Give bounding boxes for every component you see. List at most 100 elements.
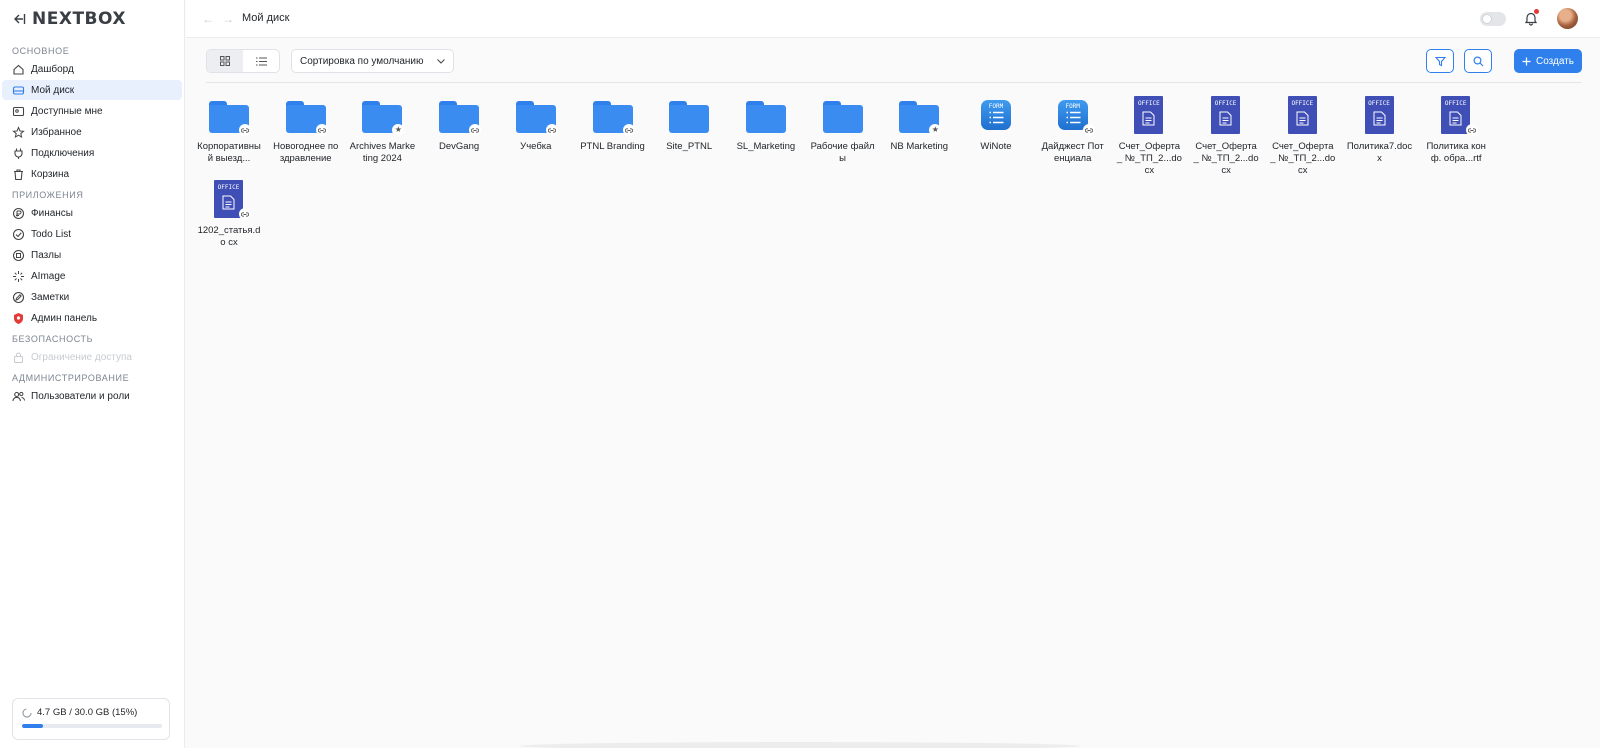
item-name: Счет_Оферта_ №_ТП_2...docx	[1270, 141, 1336, 176]
office-icon-label: OFFICE	[1138, 100, 1160, 107]
item-name: Учебка	[520, 141, 552, 152]
file-item[interactable]: OFFICE 1202_статья.do cx	[196, 180, 262, 249]
sidebar-item[interactable]: Избранное	[2, 122, 182, 142]
sidebar-item-label: Мой диск	[31, 84, 75, 96]
sidebar-section-title: АДМИНИСТРИРОВАНИЕ	[12, 373, 130, 383]
file-item[interactable]: FORM Дайджест Потенциала	[1040, 96, 1106, 165]
shared-icon	[12, 106, 25, 116]
star-icon: ★	[929, 124, 942, 136]
file-item[interactable]: OFFICE Счет_Оферта_ №_ТП_2...docx	[1270, 96, 1336, 177]
bottom-shadow	[520, 742, 1080, 748]
sidebar-item: Ограничение доступа	[2, 347, 182, 367]
folder-item[interactable]: DevGang	[426, 96, 492, 153]
file-item[interactable]: OFFICE Счет_Оферта_ №_ТП_2...docx	[1116, 96, 1182, 177]
sidebar-item-label: AImage	[31, 270, 66, 282]
item-name: Новогоднее поздравление	[273, 141, 339, 164]
folder-item[interactable]: ★ Archives Marketing 2024	[349, 96, 415, 165]
trash-icon	[14, 168, 23, 180]
plus-icon	[1522, 57, 1531, 65]
sidebar-item-label: Избранное	[31, 126, 82, 138]
grid-icon	[220, 56, 230, 66]
search-icon	[1472, 55, 1483, 66]
folder-item[interactable]: Site_PTNL	[656, 96, 722, 153]
link-icon	[315, 124, 328, 136]
folder-item[interactable]: Новогоднее поздравление	[273, 96, 339, 165]
sidebar-item-label: Ограничение доступа	[31, 351, 132, 363]
link-icon	[622, 124, 635, 136]
sidebar-item[interactable]: Подключения	[2, 143, 182, 163]
search-button[interactable]	[1464, 49, 1492, 73]
item-name: Политика7.doc x	[1346, 141, 1413, 164]
sidebar-item[interactable]: Заметки	[2, 287, 182, 307]
user-avatar[interactable]	[1557, 8, 1578, 29]
item-name: Политика конф. обра...rtf	[1426, 141, 1486, 164]
file-item[interactable]: OFFICE Политика7.doc x	[1347, 96, 1413, 165]
item-thumbnail	[515, 96, 558, 136]
list-view-button[interactable]	[243, 50, 279, 72]
item-name: Рабочие файлы	[810, 141, 875, 164]
sidebar-item-label: Дашборд	[31, 63, 74, 75]
storage-widget[interactable]: 4.7 GB / 30.0 GB (15%)	[12, 698, 170, 740]
sort-select[interactable]: Сортировка по умолчанию	[291, 49, 454, 73]
notifications-button[interactable]	[1523, 9, 1539, 26]
folder-item[interactable]: ★ NB Marketing	[886, 96, 952, 153]
item-name: WiNote	[980, 141, 1012, 152]
filter-icon	[1434, 56, 1446, 66]
folder-item[interactable]: SL_Marketing	[733, 96, 799, 153]
item-thumbnail: FORM	[975, 96, 1017, 136]
sidebar-item-label: Финансы	[31, 207, 73, 219]
folder-icon	[822, 101, 863, 133]
sidebar-item[interactable]: Пазлы	[2, 245, 182, 265]
link-icon	[1082, 124, 1095, 136]
form-icon-label: FORM	[988, 103, 1004, 110]
link-icon	[1466, 124, 1479, 136]
star-icon	[12, 125, 25, 138]
file-item[interactable]: FORM WiNote	[963, 96, 1029, 153]
office-icon-label: OFFICE	[1214, 100, 1237, 107]
folder-item[interactable]: Учебка	[503, 96, 569, 153]
sidebar-item[interactable]: Мой диск	[2, 80, 182, 100]
item-name: PTNL Branding	[580, 141, 645, 152]
item-name: Site_PTNL	[666, 141, 713, 152]
office-doc-icon: OFFICE	[1287, 96, 1317, 134]
sidebar-item[interactable]: Пользователи и роли	[2, 386, 182, 406]
item-thumbnail	[822, 96, 864, 136]
spinner-icon	[22, 707, 32, 718]
breadcrumb[interactable]: Мой диск	[242, 12, 289, 24]
item-name: Счет_Оферта_ №_ТП_2...docx	[1116, 141, 1182, 176]
sidebar-item[interactable]: AImage	[2, 266, 182, 286]
brand-name: NEXTBOX	[32, 9, 126, 29]
sidebar-item[interactable]: Админ панель	[2, 308, 182, 328]
theme-toggle[interactable]	[1480, 12, 1506, 26]
create-button[interactable]: Создать	[1514, 49, 1582, 73]
grid-view-button[interactable]	[207, 50, 243, 72]
logo: NEXTBOX	[12, 9, 126, 29]
sidebar-item-label: Заметки	[31, 291, 70, 303]
folder-item[interactable]: Корпоративны й выезд...	[196, 96, 262, 165]
sidebar-section-title: ПРИЛОЖЕНИЯ	[12, 190, 84, 200]
office-icon-label: OFFICE	[217, 184, 240, 191]
item-thumbnail: ★	[361, 96, 405, 136]
item-name: SL_Marketing	[736, 141, 796, 152]
toolbar: Сортировка по умолчанию Создать	[206, 49, 1582, 73]
folder-item[interactable]: Рабочие файлы	[810, 96, 876, 165]
sidebar-item-label: Пользователи и роли	[31, 390, 130, 402]
office-icon-label: OFFICE	[1368, 100, 1390, 107]
sidebar-item[interactable]: Доступные мне	[2, 101, 182, 121]
check-circle-icon	[12, 228, 25, 240]
link-icon	[239, 208, 251, 220]
sidebar-item-label: Todo List	[31, 228, 72, 240]
forward-arrow-icon[interactable]: →	[222, 12, 234, 26]
sidebar-item[interactable]: Корзина	[2, 164, 182, 184]
folder-item[interactable]: PTNL Branding	[580, 96, 646, 153]
collapse-sidebar-icon[interactable]	[12, 12, 26, 26]
item-thumbnail: OFFICE	[208, 180, 251, 220]
file-item[interactable]: OFFICE Счет_Оферта_ №_ТП_2...docx	[1193, 96, 1259, 177]
sidebar-item[interactable]: Финансы	[2, 203, 182, 223]
view-toggle	[206, 49, 280, 73]
back-arrow-icon[interactable]: ←	[202, 12, 214, 26]
sidebar-item[interactable]: Дашборд	[2, 59, 182, 79]
sidebar-item[interactable]: Todo List	[2, 224, 182, 244]
file-item[interactable]: OFFICE Политика конф. обра...rtf	[1423, 96, 1489, 165]
filter-button[interactable]	[1426, 49, 1454, 73]
